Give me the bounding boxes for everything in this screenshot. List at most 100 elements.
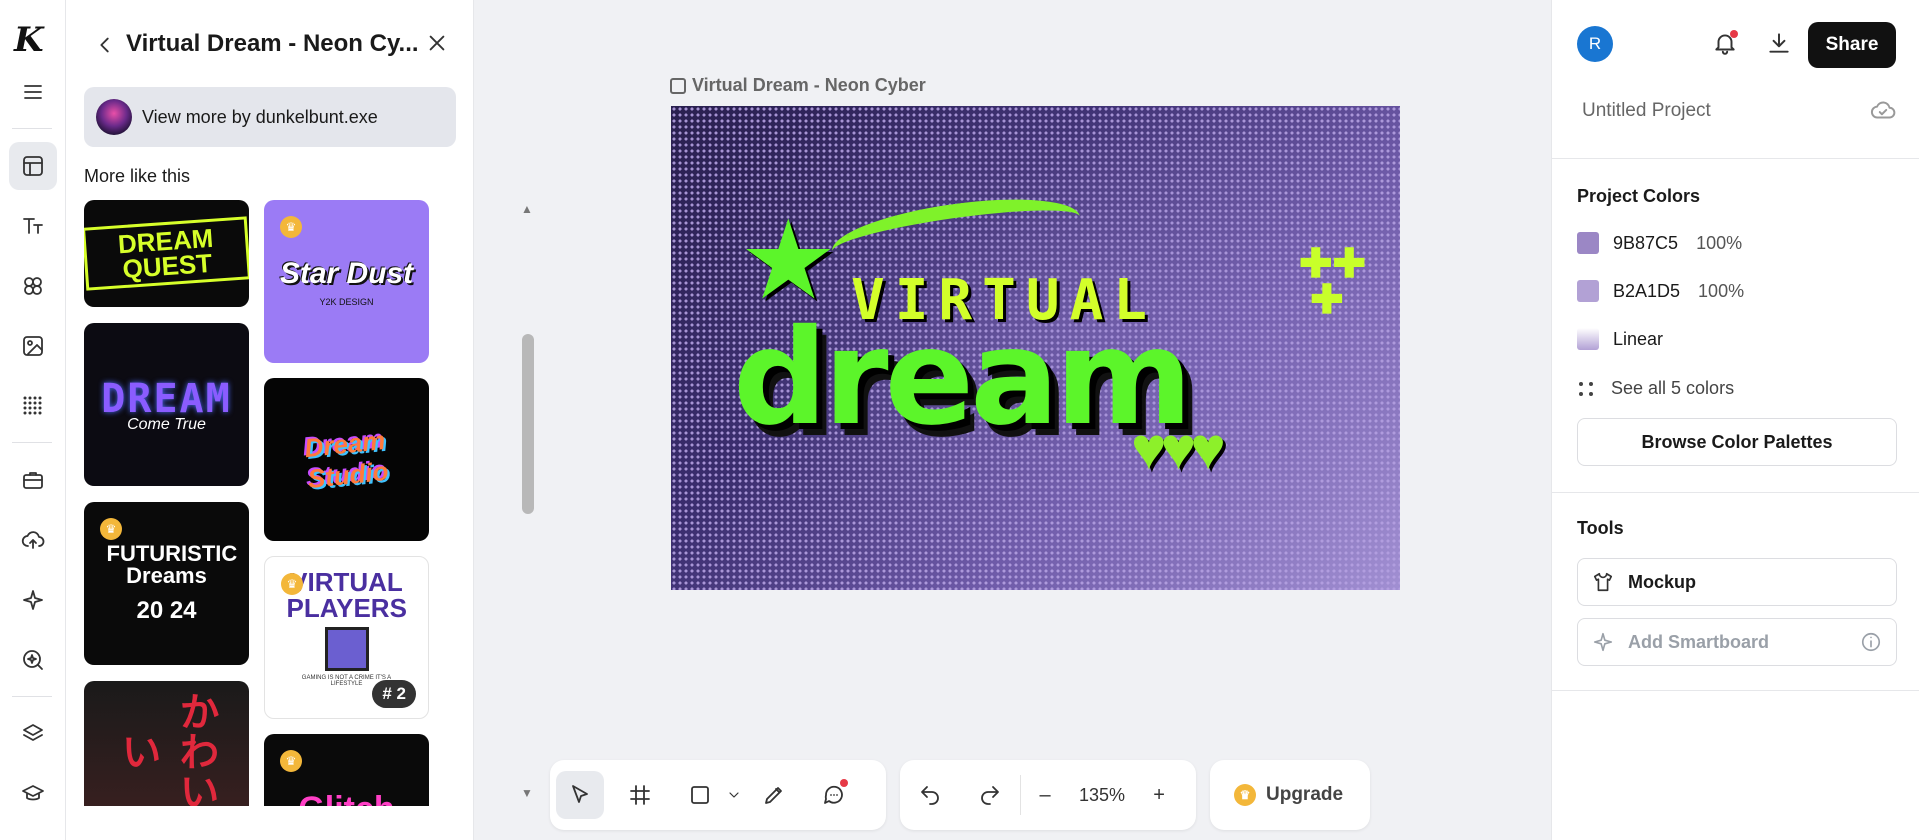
select-tool-button[interactable] [556,771,604,819]
panel-title: Virtual Dream - Neon Cy... [126,30,419,57]
frame-tool-button[interactable] [616,771,664,819]
thumbnail-text: FUTURISTIC Dreams [106,540,238,588]
zoom-level[interactable]: 135% [1079,785,1125,806]
template-thumbnail[interactable]: ♛ Glitch [264,734,429,806]
elements-button[interactable] [9,262,57,310]
crown-icon: ♛ [1234,784,1256,806]
project-color-item[interactable]: 9B87C5 100% [1577,232,1742,254]
ai-search-icon [23,650,43,670]
dots-icon [1577,380,1595,398]
chevron-down-icon [729,792,739,798]
premium-crown-icon: ♛ [280,216,302,238]
notification-dot [840,779,848,787]
scroll-up-arrow[interactable]: ▲ [521,202,533,216]
comment-tool-button[interactable] [810,771,858,819]
see-all-label: See all 5 colors [1611,378,1735,398]
scrollbar-thumb[interactable] [522,334,534,514]
text-icon [23,218,43,234]
user-avatar[interactable]: R [1577,26,1613,62]
download-icon [1769,33,1789,53]
mockup-button[interactable]: Mockup [1577,558,1897,606]
template-thumbnail[interactable]: ♛ FUTURISTIC Dreams 20 24 [84,502,249,665]
thumbnail-subtext: Come True [127,415,206,433]
magic-button[interactable] [9,576,57,624]
divider [12,696,52,697]
view-more-by-author-button[interactable]: View more by dunkelbunt.exe [84,87,456,147]
square-icon [691,786,709,804]
thumbnail-text: かわいい [115,691,218,806]
menu-button[interactable] [9,68,57,116]
design-artboard[interactable]: ★ VIRTUAL dream ♥♥♥ ✚✚ ✚ [671,106,1400,590]
graduation-cap-icon [22,785,44,801]
artwork-text-dream: dream [733,301,1193,455]
download-button[interactable] [1766,30,1792,61]
brand-kit-button[interactable] [9,456,57,504]
template-thumbnail[interactable]: かわいい [84,681,249,806]
upgrade-button[interactable]: ♛ Upgrade [1210,784,1367,806]
thumbnail-text: VIRTUAL PLAYERS [286,566,407,623]
frame-count: 2 [396,684,406,703]
browse-color-palettes-button[interactable]: Browse Color Palettes [1577,418,1897,466]
zoom-out-button[interactable]: – [1027,771,1063,819]
tshirt-icon [1593,572,1613,592]
notifications-button[interactable] [1712,30,1738,61]
thumbnail-subtext: 20 24 [136,596,197,624]
see-all-colors-link[interactable]: See all 5 colors [1577,378,1734,399]
pen-tool-button[interactable] [750,771,798,819]
project-color-item[interactable]: B2A1D5 100% [1577,280,1744,302]
mockup-label: Mockup [1628,571,1697,592]
dots-grid-icon [23,396,42,415]
divider [1552,690,1919,691]
divider [1552,492,1919,493]
text-button[interactable] [9,202,57,250]
cloud-sync-status [1870,98,1896,129]
artboard-title: Virtual Dream - Neon Cyber [692,75,926,95]
color-hex: 9B87C5 [1613,232,1679,253]
project-color-item[interactable]: Linear [1577,328,1663,350]
ai-search-button[interactable] [9,636,57,684]
author-avatar [96,99,132,135]
template-thumbnail[interactable]: Dream Studio [264,378,429,541]
tools-toolbar [550,760,886,830]
color-hex: Linear [1613,328,1664,349]
divider [1552,158,1919,159]
scroll-down-arrow[interactable]: ▼ [521,786,533,800]
back-button[interactable] [94,34,116,61]
divider [1020,775,1021,815]
layers-button[interactable] [9,710,57,758]
templates-button[interactable] [9,142,57,190]
share-button[interactable]: Share [1808,22,1896,68]
artboard-label[interactable]: Virtual Dream - Neon Cyber [670,75,926,96]
arcade-illustration [324,626,369,671]
chevron-left-icon [100,37,109,53]
shape-tool-button[interactable] [676,771,724,819]
app-logo[interactable]: K [14,20,44,60]
color-opacity: 100% [1696,232,1743,253]
upload-button[interactable] [9,516,57,564]
sparkle-icon [23,590,43,610]
zoom-in-button[interactable]: + [1141,771,1177,819]
info-icon[interactable] [1860,631,1882,653]
learn-button[interactable] [9,770,57,818]
project-name[interactable]: Untitled Project [1582,100,1711,122]
more-like-this-heading: More like this [84,166,191,186]
shape-dropdown-button[interactable] [724,771,744,819]
redo-button[interactable] [966,771,1014,819]
template-thumbnail[interactable]: ♛ VIRTUAL PLAYERS GAMING IS NOT A CRIME … [264,556,429,719]
template-thumbnail[interactable]: DREAM Come True [84,323,249,486]
images-button[interactable] [9,322,57,370]
close-icon [429,35,445,51]
undo-button[interactable] [906,771,954,819]
patterns-button[interactable] [9,382,57,430]
template-grid: DREAM QUEST DREAM Come True ♛ FUTURISTIC… [84,200,450,806]
undo-icon [921,786,939,805]
notification-dot [1730,30,1738,38]
frame-count-badge: # 2 [372,680,416,708]
template-thumbnail[interactable]: DREAM QUEST [84,200,249,307]
add-smartboard-button[interactable]: Add Smartboard [1577,618,1897,666]
author-label: View more by dunkelbunt.exe [142,106,378,127]
template-thumbnail[interactable]: ♛ Star Dust Y2K DESIGN [264,200,429,363]
left-rail: K [0,0,66,840]
close-button[interactable] [426,32,448,59]
tools-heading: Tools [1577,518,1624,538]
